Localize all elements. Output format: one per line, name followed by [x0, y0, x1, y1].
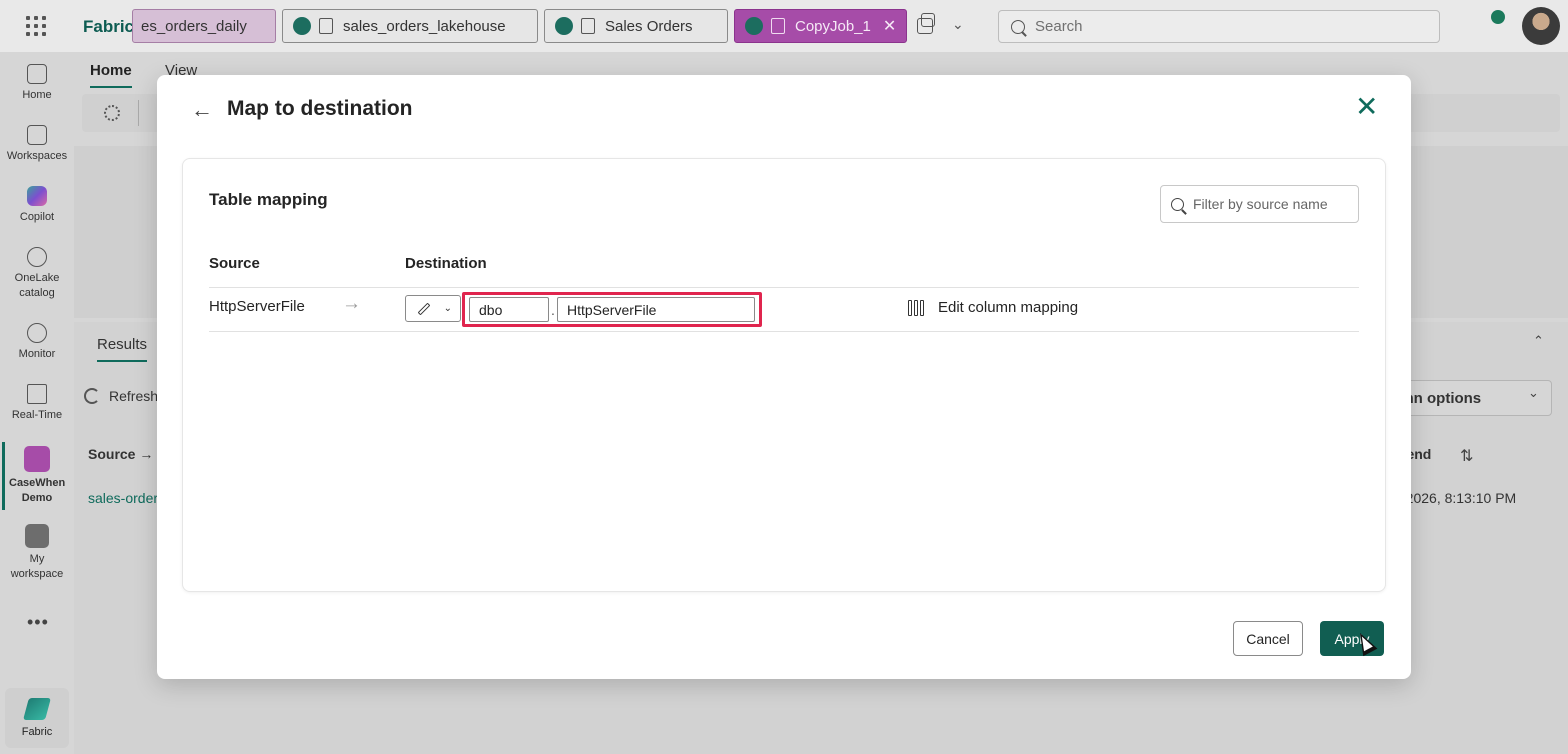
table-mapping-panel: Table mapping Source Destination HttpSer…	[182, 158, 1386, 592]
refresh-icon	[84, 388, 100, 404]
top-bar: Fabric es_orders_daily sales_orders_lake…	[0, 0, 1568, 52]
sort-icon[interactable]: ⇅	[1460, 446, 1473, 466]
apply-button[interactable]: Apply	[1320, 621, 1384, 656]
nav-workspaces[interactable]: Workspaces	[0, 125, 74, 164]
divider	[209, 287, 1359, 288]
pencil-icon	[417, 302, 431, 315]
app-launcher-icon[interactable]	[26, 16, 46, 36]
onelake-icon	[27, 247, 47, 267]
dialog-title: Map to destination	[227, 97, 413, 120]
more-icon[interactable]: •••	[27, 612, 49, 633]
fabric-logo-icon	[23, 698, 51, 720]
search-icon	[1171, 197, 1184, 211]
status-indicator	[1491, 10, 1505, 24]
search-placeholder: Search	[1035, 18, 1083, 35]
nav-label: Fabric	[21, 726, 53, 738]
tab-sales-orders-lakehouse[interactable]: sales_orders_lakehouse	[282, 9, 538, 43]
column-header-source: Source → I	[88, 446, 162, 462]
arrow-left-icon[interactable]: ←	[191, 97, 213, 123]
workspace-icon	[745, 17, 763, 35]
chevron-down-icon: ⌄	[443, 303, 452, 314]
nav-label: Copilot	[19, 211, 55, 223]
workspace-icon	[293, 17, 311, 35]
close-tab-icon[interactable]: ✕	[883, 16, 896, 36]
chevron-down-icon[interactable]: ⌄	[1528, 385, 1539, 401]
gear-icon[interactable]	[104, 105, 120, 121]
lightning-icon	[27, 384, 47, 404]
table-cell-source[interactable]: sales-order	[88, 490, 158, 506]
search-box[interactable]: Search	[998, 10, 1440, 43]
filter-input[interactable]	[1193, 196, 1353, 212]
tab-label: sales_orders_lakehouse	[343, 17, 506, 35]
section-title: Table mapping	[209, 190, 328, 209]
column-header-destination: Destination	[405, 255, 487, 272]
edit-column-mapping-label: Edit column mapping	[938, 299, 1079, 316]
column-mapping-icon	[908, 299, 927, 316]
nav-copilot[interactable]: Copilot	[0, 186, 74, 225]
tab-copyjob[interactable]: CopyJob_1 ✕	[734, 9, 907, 43]
map-to-destination-dialog: ← Map to destination ✕ Table mapping Sou…	[157, 75, 1411, 679]
edit-column-mapping-button[interactable]: Edit column mapping	[908, 299, 1078, 316]
tab-results[interactable]: Results	[97, 336, 148, 362]
nav-label: My workspace	[10, 553, 64, 580]
tab-sales-orders-daily[interactable]: es_orders_daily	[132, 9, 276, 43]
cancel-button[interactable]: Cancel	[1233, 621, 1303, 656]
lakehouse-icon	[319, 18, 333, 34]
tab-sales-orders[interactable]: Sales Orders	[544, 9, 728, 43]
brand-name[interactable]: Fabric	[83, 17, 134, 37]
nav-onelake-catalog[interactable]: OneLake catalog	[0, 247, 74, 301]
nav-label: Monitor	[18, 348, 56, 360]
nav-label: Real-Time	[11, 409, 63, 421]
tab-label: CopyJob_1	[795, 17, 871, 35]
monitor-icon	[27, 323, 47, 343]
nav-real-time[interactable]: Real-Time	[0, 384, 74, 423]
workspaces-icon	[27, 125, 47, 145]
tab-home[interactable]: Home	[90, 62, 132, 88]
chevron-up-icon[interactable]: ⌃	[1533, 333, 1544, 349]
chevron-down-icon[interactable]: ⌄	[952, 16, 964, 33]
search-icon	[1011, 19, 1025, 34]
refresh-label: Refresh	[109, 388, 159, 404]
nav-monitor[interactable]: Monitor	[0, 323, 74, 362]
nav-my-workspace[interactable]: My workspace	[0, 524, 74, 582]
schema-separator: .	[551, 302, 555, 318]
source-table-name: HttpServerFile	[209, 298, 305, 315]
nav-label: Workspaces	[6, 150, 68, 162]
filter-by-source-input[interactable]	[1160, 185, 1359, 223]
arrow-right-icon: →	[342, 293, 361, 314]
table-cell-end: 3/2026, 8:13:10 PM	[1394, 490, 1517, 506]
workspace-icon	[555, 17, 573, 35]
nav-home[interactable]: Home	[0, 64, 74, 103]
nav-label: Home	[22, 89, 52, 101]
divider	[138, 100, 139, 126]
avatar[interactable]	[1522, 7, 1560, 45]
schema-input[interactable]	[469, 297, 549, 322]
mapping-mode-dropdown[interactable]: ⌄	[405, 295, 461, 322]
tab-list-icon[interactable]	[917, 13, 935, 34]
tab-label: Sales Orders	[605, 17, 693, 35]
close-icon[interactable]: ✕	[1355, 91, 1378, 123]
nav-label: OneLake catalog	[14, 272, 60, 299]
copy-job-icon	[771, 18, 785, 34]
copilot-icon	[27, 186, 47, 206]
workspace-icon	[24, 446, 50, 472]
divider	[209, 331, 1359, 332]
refresh-button[interactable]: Refresh	[84, 388, 158, 404]
home-icon	[27, 64, 47, 84]
tab-label: es_orders_daily	[141, 17, 247, 35]
column-header-source: Source	[209, 255, 260, 272]
nav-casewhen-demo[interactable]: CaseWhen Demo	[0, 446, 74, 506]
left-nav: Home Workspaces Copilot OneLake catalog …	[0, 52, 74, 754]
my-workspace-icon	[25, 524, 49, 548]
nav-label: CaseWhen Demo	[9, 477, 66, 504]
semantic-model-icon	[581, 18, 595, 34]
nav-fabric[interactable]: Fabric	[5, 688, 69, 748]
table-name-input[interactable]	[557, 297, 755, 322]
